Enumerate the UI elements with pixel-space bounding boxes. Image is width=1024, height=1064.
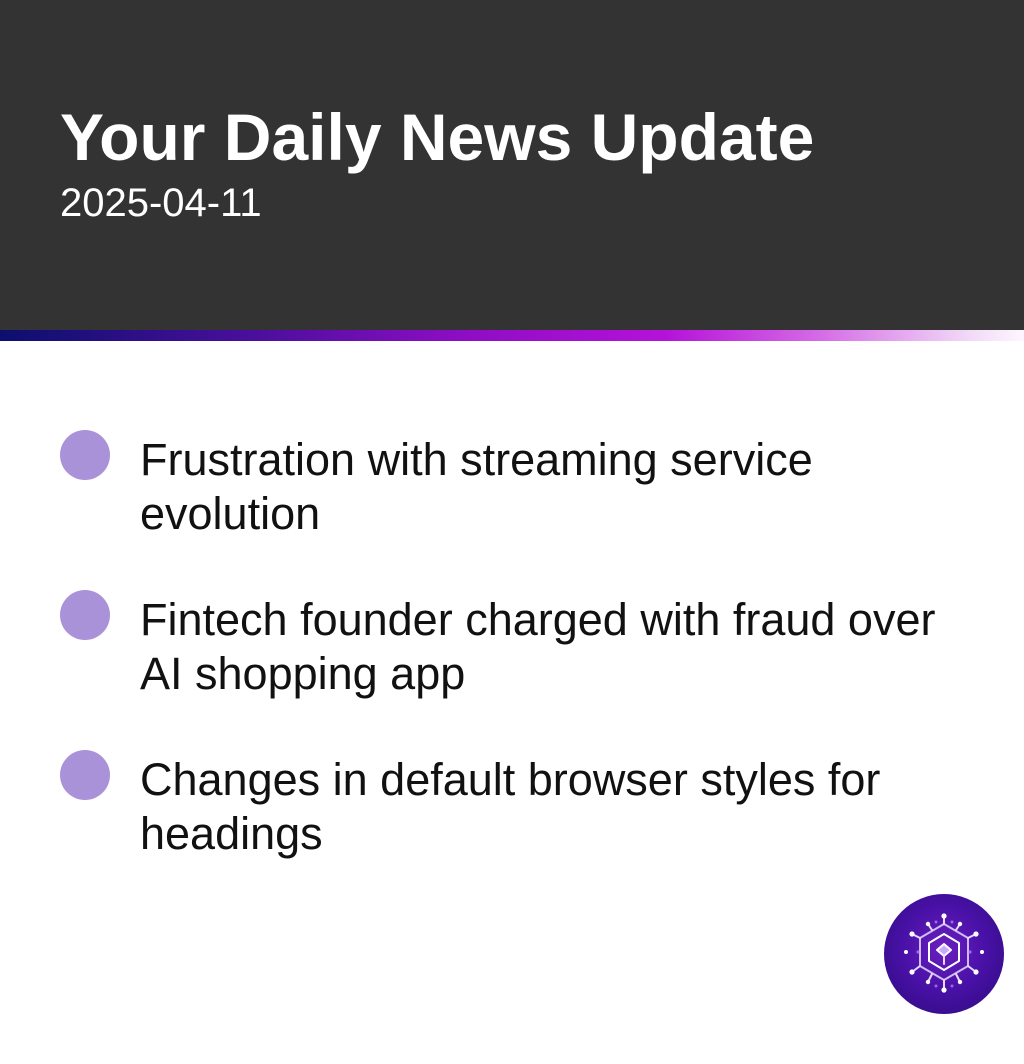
news-item: Fintech founder charged with fraud over … xyxy=(0,590,1024,710)
date-label: 2025-04-11 xyxy=(60,181,262,225)
news-item: Changes in default browser styles for he… xyxy=(0,750,1024,870)
bullet-dot-icon xyxy=(60,430,110,480)
header-banner: Your Daily News Update 2025-04-11 xyxy=(0,0,1024,330)
news-headline: Changes in default browser styles for he… xyxy=(140,754,881,859)
bullet-dot-icon xyxy=(60,750,110,800)
news-headline: Fintech founder charged with fraud over … xyxy=(140,594,936,699)
circuit-hexagon-logo-icon xyxy=(884,894,1004,1014)
gradient-divider xyxy=(0,330,1024,341)
page-title: Your Daily News Update xyxy=(60,100,815,174)
news-item: Frustration with streaming service evolu… xyxy=(0,430,1024,550)
bullet-dot-icon xyxy=(60,590,110,640)
news-headline: Frustration with streaming service evolu… xyxy=(140,434,813,539)
